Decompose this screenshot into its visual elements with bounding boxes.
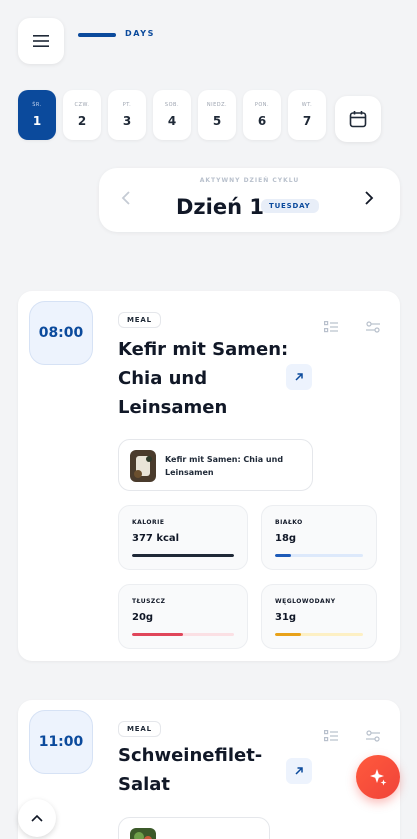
protein-bar — [275, 554, 363, 557]
day-name: ŚR. — [32, 102, 42, 108]
chevron-left-icon[interactable] — [121, 190, 131, 209]
day-name: SOB. — [164, 102, 180, 108]
day-tab-3[interactable]: PT. 3 — [108, 90, 146, 140]
calendar-icon — [349, 111, 367, 128]
day-tab-7[interactable]: WT. 7 — [288, 90, 326, 140]
cycle-subtitle: AKTYWNY DZIEŃ CYKLU — [199, 177, 300, 184]
stat-value: 18g — [275, 533, 297, 544]
meal-time: 11:00 — [29, 710, 93, 774]
stat-value: 31g — [275, 612, 297, 623]
meal-time: 08:00 — [29, 301, 93, 365]
sliders-icon[interactable] — [366, 318, 380, 337]
meal-card: 11:00 MEAL Schweinefilet-Salat — [18, 700, 400, 839]
calendar-button[interactable] — [335, 96, 381, 142]
meal-card: 08:00 MEAL Kefir mit Samen: Chia und Lei… — [18, 291, 400, 661]
open-meal-button[interactable] — [286, 364, 312, 390]
arrow-up-right-icon — [295, 373, 303, 381]
day-name: WT. — [301, 102, 313, 108]
arrow-up-right-icon — [295, 767, 303, 775]
day-number: 2 — [77, 114, 87, 128]
stat-fat: TŁUSZCZ 20g — [118, 584, 248, 649]
stat-carbs: WĘGLOWODANY 31g — [261, 584, 377, 649]
ingredient-name: Kefir mit Samen: Chia und Leinsamen — [165, 455, 284, 477]
day-name: NIEDZ. — [206, 102, 228, 108]
day-number: 1 — [32, 114, 42, 128]
chevron-up-icon — [31, 814, 43, 822]
list-icon[interactable] — [324, 727, 338, 746]
ingredient-thumbnail — [130, 450, 156, 482]
ai-assistant-button[interactable] — [356, 755, 400, 799]
day-name: PT. — [122, 102, 132, 108]
stat-label: KALORIE — [132, 519, 165, 526]
meal-tag: MEAL — [118, 721, 161, 737]
day-tab-5[interactable]: NIEDZ. 5 — [198, 90, 236, 140]
day-number: 7 — [302, 114, 312, 128]
cycle-day-card: AKTYWNY DZIEŃ CYKLU Dzień 1 TUESDAY — [99, 168, 400, 232]
section-accent-line — [78, 33, 116, 37]
sliders-icon[interactable] — [366, 727, 380, 746]
stat-protein: BIAŁKO 18g — [261, 505, 377, 570]
menu-icon — [33, 35, 49, 47]
ingredient-thumbnail — [130, 828, 156, 839]
stat-label: TŁUSZCZ — [132, 598, 166, 605]
section-label: DAYS — [125, 29, 156, 38]
scroll-to-top-button[interactable] — [18, 799, 56, 837]
day-tab-6[interactable]: PON. 6 — [243, 90, 281, 140]
day-tab-2[interactable]: CZW. 2 — [63, 90, 101, 140]
carbs-bar — [275, 633, 363, 636]
stat-value: 20g — [132, 612, 154, 623]
stat-value: 377 kcal — [132, 533, 180, 544]
ingredient-item[interactable] — [118, 817, 270, 839]
day-name: CZW. — [74, 102, 90, 108]
day-number: 5 — [212, 114, 222, 128]
calories-bar — [132, 554, 234, 557]
weekday-badge: TUESDAY — [261, 199, 319, 213]
day-number: 3 — [122, 114, 132, 128]
sparkle-icon — [370, 769, 387, 786]
cycle-day-title: Dzień 1 — [176, 195, 264, 219]
chevron-right-icon[interactable] — [364, 190, 374, 209]
list-icon[interactable] — [324, 318, 338, 337]
meal-title: Kefir mit Samen: Chia und Leinsamen — [118, 339, 289, 418]
meal-title: Schweinefilet-Salat — [118, 745, 263, 795]
ingredient-item[interactable]: Kefir mit Samen: Chia und Leinsamen — [118, 439, 313, 491]
fat-bar — [132, 633, 234, 636]
day-tab-1[interactable]: ŚR. 1 — [18, 90, 56, 140]
stat-label: BIAŁKO — [275, 519, 303, 526]
menu-button[interactable] — [18, 18, 64, 64]
meal-tag: MEAL — [118, 312, 161, 328]
day-tab-4[interactable]: SOB. 4 — [153, 90, 191, 140]
stat-calories: KALORIE 377 kcal — [118, 505, 248, 570]
day-number: 6 — [257, 114, 267, 128]
day-name: PON. — [254, 102, 270, 108]
stat-label: WĘGLOWODANY — [275, 598, 336, 605]
day-number: 4 — [167, 114, 177, 128]
open-meal-button[interactable] — [286, 758, 312, 784]
